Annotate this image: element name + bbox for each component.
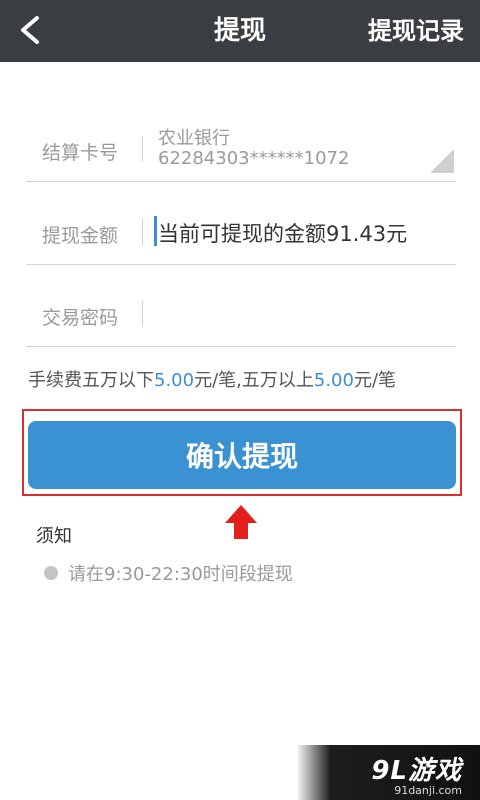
confirm-withdraw-button[interactable]: 确认提现 <box>28 421 456 489</box>
card-bank-name: 农业银行 <box>158 128 230 149</box>
fee-text-2: 元/笔,五万以上 <box>194 370 314 391</box>
watermark-sub: 91danji.com <box>394 784 462 797</box>
card-select-row[interactable]: 结算卡号 农业银行 62284303******1072 <box>26 118 456 182</box>
divider <box>142 219 143 245</box>
header-bar: 提现 提现记录 <box>0 0 480 62</box>
fee-text-3: 元/笔 <box>353 370 397 391</box>
dropdown-corner-icon <box>430 149 454 173</box>
fee-note: 手续费五万以下5.00元/笔,五万以上5.00元/笔 <box>28 366 396 392</box>
divider <box>142 301 143 327</box>
notice-item-text: 请在9:30-22:30时间段提现 <box>68 564 293 585</box>
password-input[interactable] <box>156 296 456 334</box>
password-label: 交易密码 <box>42 307 119 329</box>
card-label: 结算卡号 <box>42 142 119 164</box>
back-button[interactable] <box>8 8 52 52</box>
amount-input[interactable] <box>156 214 452 250</box>
amount-label: 提现金额 <box>42 225 119 247</box>
watermark-main: 9L游戏 <box>371 756 462 786</box>
withdraw-history-link[interactable]: 提现记录 <box>368 0 464 62</box>
back-arrow-icon <box>21 16 39 44</box>
fee-text-1: 手续费五万以下 <box>28 370 154 391</box>
watermark-logo: 9L游戏 91danji.com <box>298 745 480 800</box>
notice-item: 请在9:30-22:30时间段提现 <box>44 560 293 586</box>
fee-value-2: 5.00 <box>313 370 354 391</box>
divider <box>142 136 143 162</box>
bullet-icon <box>44 566 58 580</box>
fee-value-1: 5.00 <box>154 370 195 391</box>
card-number: 62284303******1072 <box>158 148 350 169</box>
amount-row: 提现金额 当前可提现的金额91.43元 <box>26 200 456 265</box>
password-row: 交易密码 <box>26 282 456 347</box>
up-arrow-icon <box>225 505 257 539</box>
notice-title: 须知 <box>36 526 72 547</box>
